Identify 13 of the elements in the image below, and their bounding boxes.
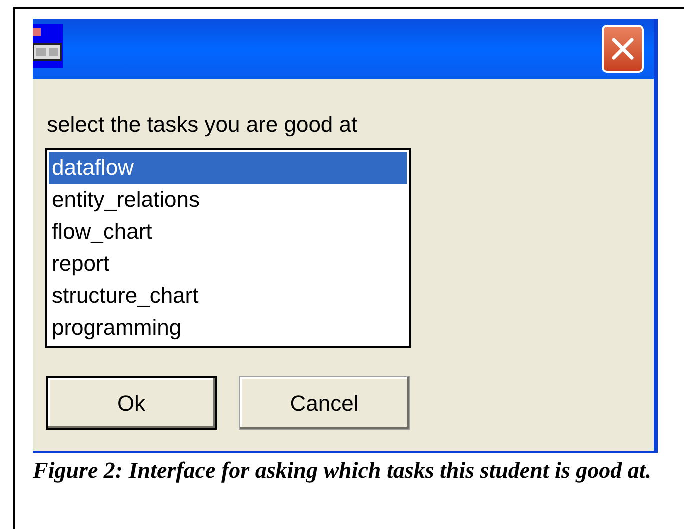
close-icon xyxy=(611,37,635,61)
dialog-button[interactable]: Cancel xyxy=(239,376,410,430)
prompt-label: select the tasks you are good at xyxy=(47,112,359,138)
list-item[interactable]: dataflow xyxy=(49,152,407,184)
close-button[interactable] xyxy=(602,25,644,73)
list-item[interactable]: report xyxy=(49,248,407,280)
list-item[interactable]: programming xyxy=(49,312,407,344)
app-icon xyxy=(33,24,63,68)
list-item[interactable]: structure_chart xyxy=(49,280,407,312)
list-item[interactable]: entity_relations xyxy=(49,184,407,216)
dialog-button[interactable]: Ok xyxy=(46,376,217,430)
list-item[interactable]: flow_chart xyxy=(49,216,407,248)
figure-caption: Figure 2: Interface for asking which tasks this student is good at. xyxy=(33,457,653,485)
